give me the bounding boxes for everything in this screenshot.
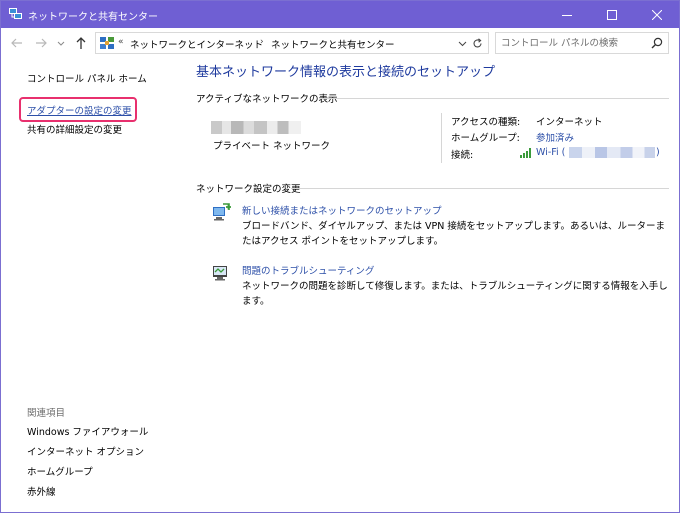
- access-type-label: アクセスの種類:: [451, 117, 521, 128]
- change-settings-heading: ネットワーク設定の変更: [196, 184, 301, 195]
- control-panel-icon: [100, 37, 114, 49]
- chevron-down-icon[interactable]: [458, 39, 467, 48]
- vertical-divider: [441, 113, 442, 163]
- change-adapter-settings-link[interactable]: アダプターの設定の変更: [27, 103, 132, 117]
- address-field[interactable]: « ネットワークとインターネット › ネットワークと共有センター: [95, 32, 489, 54]
- new-connection-link[interactable]: 新しい接続またはネットワークのセットアップ: [242, 203, 442, 217]
- back-arrow-icon[interactable]: [10, 36, 24, 50]
- breadcrumb-separator-icon[interactable]: ›: [260, 37, 264, 47]
- close-button[interactable]: [634, 1, 679, 28]
- new-connection-description: ブロードバンド、ダイヤルアップ、または VPN 接続をセットアップします。あるい…: [242, 221, 665, 247]
- breadcrumb-item-network-internet[interactable]: ネットワークとインターネット: [130, 37, 263, 51]
- recent-chevron-icon[interactable]: [56, 36, 66, 50]
- page-title: 基本ネットワーク情報の表示と接続のセットアップ: [196, 65, 496, 80]
- new-connection-icon: [213, 203, 231, 221]
- section-divider: [321, 98, 669, 99]
- access-type-value: インターネット: [536, 117, 603, 128]
- address-bar-row: « ネットワークとインターネット › ネットワークと共有センター: [1, 28, 679, 58]
- refresh-button[interactable]: [467, 32, 489, 54]
- up-arrow-icon[interactable]: [74, 36, 88, 50]
- wifi-name-redacted: [569, 147, 655, 158]
- homegroup-link[interactable]: ホームグループ: [27, 464, 93, 478]
- control-panel-home-link[interactable]: コントロール パネル ホーム: [27, 71, 147, 85]
- homegroup-label: ホームグループ:: [451, 133, 520, 144]
- window: ネットワークと共有センター « ネットワークとインターネット › ネットワークと…: [0, 0, 680, 513]
- infrared-link[interactable]: 赤外線: [27, 484, 56, 498]
- section-divider: [291, 188, 669, 189]
- forward-arrow-icon[interactable]: [34, 36, 48, 50]
- minimize-icon: [561, 14, 572, 16]
- main-content: 基本ネットワーク情報の表示と接続のセットアップ アクティブなネットワークの表示 …: [191, 58, 679, 513]
- breadcrumb-item-sharing-center[interactable]: ネットワークと共有センター: [271, 37, 395, 51]
- search-icon[interactable]: [651, 37, 663, 49]
- connection-label: 接続:: [451, 150, 474, 161]
- homegroup-value-link[interactable]: 参加済み: [536, 130, 574, 144]
- troubleshoot-link[interactable]: 問題のトラブルシューティング: [242, 263, 374, 277]
- wifi-connection-suffix[interactable]: ): [656, 147, 660, 158]
- network-app-icon: [9, 8, 22, 19]
- refresh-icon: [473, 37, 482, 47]
- active-networks-heading: アクティブなネットワークの表示: [196, 94, 338, 105]
- network-type: プライベート ネットワーク: [213, 141, 331, 152]
- advanced-sharing-settings-link[interactable]: 共有の詳細設定の変更: [27, 122, 122, 136]
- search-box[interactable]: [495, 32, 669, 54]
- window-title: ネットワークと共有センター: [28, 12, 158, 23]
- search-input[interactable]: [501, 35, 641, 51]
- close-icon: [651, 9, 662, 20]
- troubleshoot-icon: [213, 266, 227, 281]
- maximize-icon: [606, 9, 617, 20]
- windows-firewall-link[interactable]: Windows ファイアウォール: [27, 424, 148, 438]
- breadcrumb-overflow[interactable]: «: [118, 37, 124, 47]
- maximize-button[interactable]: [589, 1, 634, 28]
- network-name-redacted: [211, 121, 301, 134]
- wifi-signal-icon: [520, 148, 531, 158]
- minimize-button[interactable]: [544, 1, 589, 28]
- title-bar[interactable]: ネットワークと共有センター: [1, 1, 679, 28]
- troubleshoot-description: ネットワークの問題を診断して修復します。または、トラブルシューティングに関する情…: [242, 281, 668, 307]
- left-navigation-pane: コントロール パネル ホーム アダプターの設定の変更 共有の詳細設定の変更 関連…: [1, 58, 191, 513]
- wifi-connection-link[interactable]: Wi-Fi (: [536, 147, 565, 158]
- internet-options-link[interactable]: インターネット オプション: [27, 444, 144, 458]
- related-heading: 関連項目: [27, 408, 66, 419]
